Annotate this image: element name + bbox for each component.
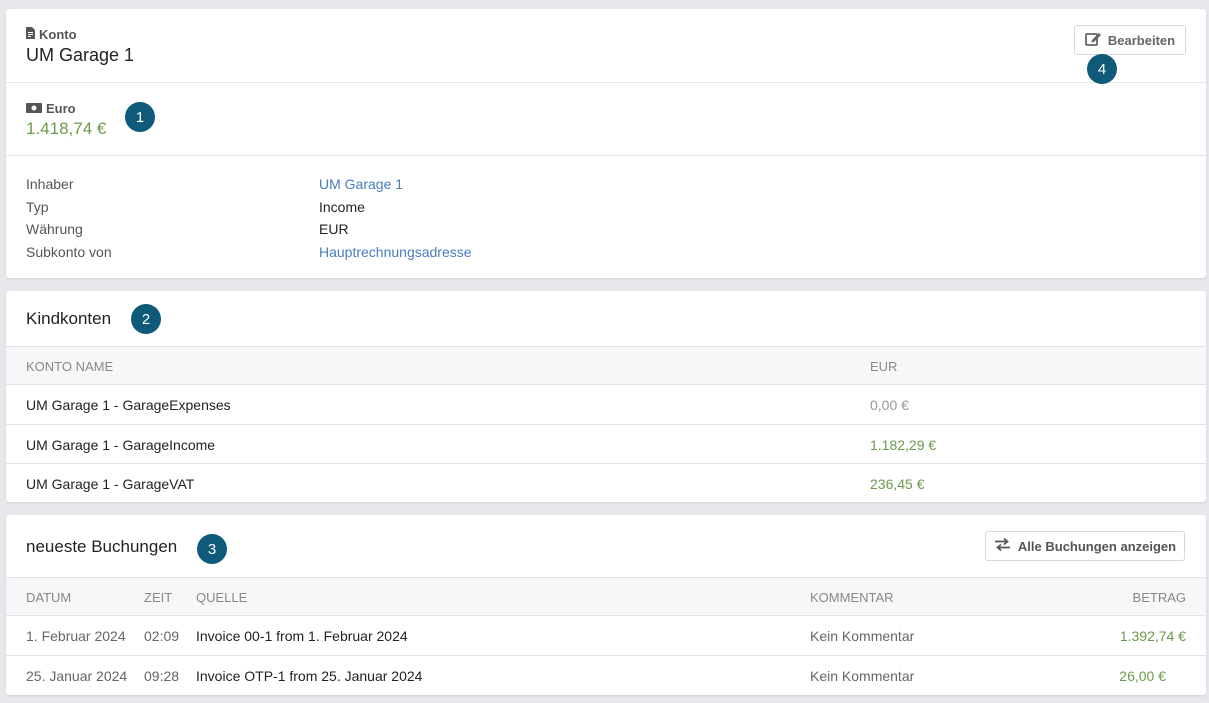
recent-transactions-card: neueste Buchungen Alle Buchungen anzeige…: [6, 515, 1206, 695]
transaction-time: 02:09: [144, 628, 180, 644]
transaction-amount: 26,00 €: [1119, 668, 1166, 684]
header-source: QUELLE: [196, 590, 248, 605]
owner-link[interactable]: UM Garage 1: [319, 176, 403, 192]
edit-icon: [1084, 31, 1102, 49]
transaction-source-link[interactable]: Invoice 00-1 from 1. Februar 2024: [196, 628, 408, 644]
transaction-date: 25. Januar 2024: [26, 668, 128, 684]
child-accounts-title: Kindkonten: [26, 309, 112, 328]
header-time: ZEIT: [144, 590, 173, 605]
type-label: Typ: [26, 199, 49, 215]
account-card: Konto UM Garage 1 Bearbeiten Euro 1.418,…: [6, 9, 1206, 278]
header-eur: EUR: [870, 359, 898, 374]
account-label: Konto: [26, 27, 77, 42]
annotation-badge: 1: [125, 102, 155, 132]
exchange-arrows-icon: [994, 537, 1011, 554]
transaction-time: 09:28: [144, 668, 180, 684]
account-title: UM Garage 1: [26, 45, 135, 65]
account-balance: 1.418,74 €: [26, 119, 107, 138]
child-account-link[interactable]: UM Garage 1 - GarageVAT: [26, 476, 194, 492]
annotation-badge: 2: [131, 304, 161, 334]
header-comment: KOMMENTAR: [810, 590, 894, 605]
header-date: DATUM: [26, 590, 72, 605]
annotation-badge: 3: [197, 534, 227, 564]
header-amount: BETRAG: [1132, 590, 1186, 605]
child-account-amount: 1.182,29 €: [870, 437, 937, 453]
child-account-link[interactable]: UM Garage 1 - GarageIncome: [26, 437, 215, 453]
parent-account-label: Subkonto von: [26, 244, 112, 260]
money-bill-icon: [26, 101, 42, 116]
header-account-name: KONTO NAME: [26, 359, 114, 374]
transaction-date: 1. Februar 2024: [26, 628, 126, 644]
show-all-transactions-button[interactable]: Alle Buchungen anzeigen: [985, 531, 1185, 561]
child-account-link[interactable]: UM Garage 1 - GarageExpenses: [26, 397, 231, 413]
type-value: Income: [319, 199, 365, 215]
transaction-source-link[interactable]: Invoice OTP-1 from 25. Januar 2024: [196, 668, 422, 684]
annotation-badge: 4: [1087, 54, 1117, 84]
recent-transactions-title: neueste Buchungen: [26, 537, 178, 556]
owner-label: Inhaber: [26, 176, 74, 192]
transaction-amount: 1.392,74 €: [1119, 628, 1186, 644]
edit-button[interactable]: Bearbeiten: [1074, 25, 1186, 55]
currency-field-label: Währung: [26, 221, 83, 237]
transaction-comment: Kein Kommentar: [810, 628, 915, 644]
parent-account-link[interactable]: Hauptrechnungsadresse: [319, 244, 472, 260]
transaction-comment: Kein Kommentar: [810, 668, 915, 684]
file-invoice-icon: [26, 27, 35, 42]
currency-label: Euro: [26, 101, 76, 116]
child-account-amount: 0,00 €: [870, 397, 909, 413]
currency-field-value: EUR: [319, 221, 349, 237]
child-account-amount: 236,45 €: [870, 476, 925, 492]
child-accounts-card: Kindkonten KONTO NAME EUR UM Garage 1 - …: [6, 291, 1206, 502]
